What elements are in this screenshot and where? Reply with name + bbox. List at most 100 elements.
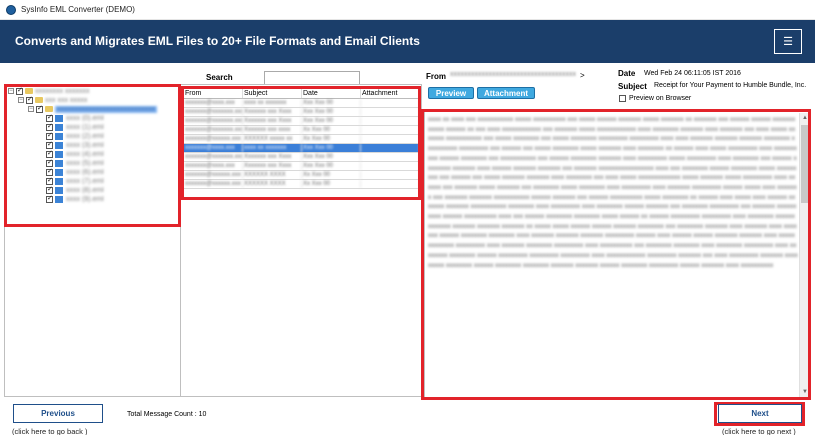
preview-date-label: Date (618, 69, 636, 78)
table-row[interactable]: xxxxxxx@xxxxxxx.xxx Xxxxxxx xxx Xxxx Xxx X… (184, 153, 420, 162)
table-cell (361, 108, 420, 116)
table-cell: Xx Xxx 00 (302, 126, 361, 134)
table-row[interactable]: xxxxxxx@xxxxxxx.xxx Xxxxxxx xxx Xxxx Xxx X… (184, 117, 420, 126)
table-row[interactable]: xxxxxxx@xxxxxx.xxx XXXXXX xxxxx xx Xx Xxx … (184, 135, 420, 144)
tree-node-label: xxxxxxxx xxxxxxx (35, 87, 90, 95)
tab-preview[interactable]: Preview (428, 87, 474, 99)
table-row[interactable]: xxxxxxx@xxxxxxx.xxx Xxxxxxx xxx xxxx Xx Xx… (184, 126, 420, 135)
table-cell (361, 126, 420, 134)
table-cell (361, 144, 420, 152)
table-cell (361, 171, 420, 179)
tree-node[interactable]: − xxxxxxxx xxxxxxx (8, 86, 90, 95)
grid-body: xxxxxxx@xxxx.xxx xxxx xx xxxxxxx Xxx Xxx 0… (184, 99, 420, 189)
table-row[interactable]: xxxxxxx@xxxxxx.xxx XXXXXX XXXX Xx Xxx 00 (184, 171, 420, 180)
tree-checkbox-icon[interactable] (46, 176, 53, 185)
tree-checkbox-icon[interactable] (26, 95, 33, 104)
email-file-icon (55, 159, 63, 167)
preview-scrollbar[interactable]: ▲ ▼ (799, 113, 809, 397)
tree-checkbox-icon[interactable] (46, 158, 53, 167)
tree-checkbox-icon[interactable] (36, 104, 43, 113)
folder-icon (45, 106, 53, 112)
tree-checkbox-icon[interactable] (46, 140, 53, 149)
hamburger-menu-button[interactable]: ☰ (774, 29, 802, 54)
tree-node-label: xxx xxx xxxxx (45, 96, 88, 104)
tree-collapse-icon[interactable]: − (8, 88, 14, 94)
tree-checkbox-icon[interactable] (46, 122, 53, 131)
tree-collapse-icon[interactable]: − (28, 106, 34, 112)
table-cell: Xxxxxxx xxx Xxxx (243, 117, 302, 125)
table-cell: Xxxxxxx xxx Xxxx (243, 162, 302, 170)
scroll-down-arrow-icon[interactable]: ▼ (801, 388, 809, 396)
checkbox-icon[interactable] (619, 95, 626, 102)
table-row[interactable]: xxxxxxx@xxxxxx.xxx XXXXXX XXXX Xx Xxx 00 (184, 180, 420, 189)
table-cell: xxxx xx xxxxxxx (243, 99, 302, 107)
window-title: SysInfo EML Converter (DEMO) (21, 5, 135, 14)
table-cell: Xxx Xxx 00 (302, 162, 361, 170)
email-file-icon (55, 186, 63, 194)
table-cell (361, 135, 420, 143)
email-file-icon (55, 123, 63, 131)
tree-checkbox-icon[interactable] (46, 167, 53, 176)
scroll-up-arrow-icon[interactable]: ▲ (801, 114, 809, 122)
table-cell: Xx Xxx 00 (302, 135, 361, 143)
preview-subject-label: Subject (618, 82, 647, 91)
tree-node-label: xxxx (5).eml (66, 159, 104, 167)
preview-from-suffix: > (580, 71, 585, 80)
preview-body-text: xxxx xx xxxx xxx xxxxxxxxxxx xxxxx xxxxx… (428, 116, 798, 269)
message-grid: From Subject Date Attachment xxxxxxx@xxx… (184, 89, 420, 189)
scroll-thumb[interactable] (801, 125, 809, 203)
total-message-count: Total Message Count : 10 (127, 411, 207, 418)
tree-checkbox-icon[interactable] (16, 86, 23, 95)
tree-node[interactable]: xxxx (9).eml (38, 194, 104, 203)
table-cell: xxxxxxx@xxxxxxx.xxx (185, 153, 243, 161)
table-cell: xxxx xx xxxxxxx (243, 144, 302, 152)
tree-node-label: xxxx (8).eml (66, 186, 104, 194)
column-header-attachment[interactable]: Attachment (361, 89, 420, 98)
table-cell: Xx Xxx 00 (302, 171, 361, 179)
preview-subject-value: Receipt for Your Payment to Humble Bundl… (654, 82, 807, 89)
table-row[interactable]: xxxxxxx@xxxx.xxx xxxx xx xxxxxxx Xxx Xxx 0… (184, 144, 420, 153)
preview-from-label: From (426, 72, 446, 81)
tree-node[interactable]: − xxx xxx xxxxx (18, 95, 88, 104)
tree-node-label: xxxx (0).eml (66, 114, 104, 122)
window-titlebar: SysInfo EML Converter (DEMO) (0, 0, 815, 20)
search-input[interactable] (264, 71, 360, 85)
table-cell: xxxxxxx@xxxx.xxx (184, 99, 243, 107)
tree-checkbox-icon[interactable] (46, 185, 53, 194)
column-header-date[interactable]: Date (302, 89, 361, 98)
tree-checkbox-icon[interactable] (46, 131, 53, 140)
tree-checkbox-icon[interactable] (46, 194, 53, 203)
previous-button[interactable]: Previous (13, 404, 103, 423)
tree-checkbox-icon[interactable] (46, 113, 53, 122)
next-button[interactable]: Next (718, 404, 802, 423)
table-cell (361, 153, 420, 161)
tree-collapse-icon[interactable]: − (18, 97, 24, 103)
table-cell: xxxxxxx@xxxxxxx.xxx (185, 117, 243, 125)
table-cell (361, 162, 420, 170)
table-cell: xxxxxxx@xxxx.xxx (184, 144, 243, 152)
app-logo-icon (6, 4, 16, 15)
table-cell: XXXXXX xxxxx xx (243, 135, 302, 143)
email-file-icon (55, 168, 63, 176)
tree-checkbox-icon[interactable] (46, 149, 53, 158)
column-header-from[interactable]: From (184, 89, 243, 98)
preview-on-browser-checkbox[interactable]: Preview on Browser (619, 95, 691, 102)
tree-node-label: xxxx (9).eml (66, 195, 104, 203)
table-row[interactable]: xxxxxxx@xxxxxxx.xxx Xxxxxxx xxx Xxxx Xxx X… (184, 108, 420, 117)
table-row[interactable]: xxxxxxx@xxxx.xxx xxxx xx xxxxxxx Xxx Xxx 0… (184, 99, 420, 108)
table-cell: XXXXXX XXXX (243, 171, 302, 179)
folder-icon (25, 88, 33, 94)
table-cell: xxxxxxx@xxxxxx.xxx (184, 171, 243, 179)
grid-header-row: From Subject Date Attachment (184, 89, 420, 99)
table-cell: Xxx Xxx 00 (302, 144, 361, 152)
table-cell (361, 99, 420, 107)
email-file-icon (55, 132, 63, 140)
tab-attachment[interactable]: Attachment (477, 87, 535, 99)
table-cell: Xxxxxxx xxx xxxx (243, 126, 302, 134)
table-cell: Xxxxxxx xxx Xxxx (243, 108, 302, 116)
column-header-subject[interactable]: Subject (243, 89, 302, 98)
table-cell: xxxxxxx@xxxxxxx.xxx (185, 108, 243, 116)
folder-icon (35, 97, 43, 103)
table-row[interactable]: xxxxxxx@xxxx.xxx Xxxxxxx xxx Xxxx Xxx Xxx … (184, 162, 420, 171)
preview-from-value: xxxxxxxxxxxxxxxxxxxxxxxxxxxxxxxxxxxx (450, 71, 576, 78)
